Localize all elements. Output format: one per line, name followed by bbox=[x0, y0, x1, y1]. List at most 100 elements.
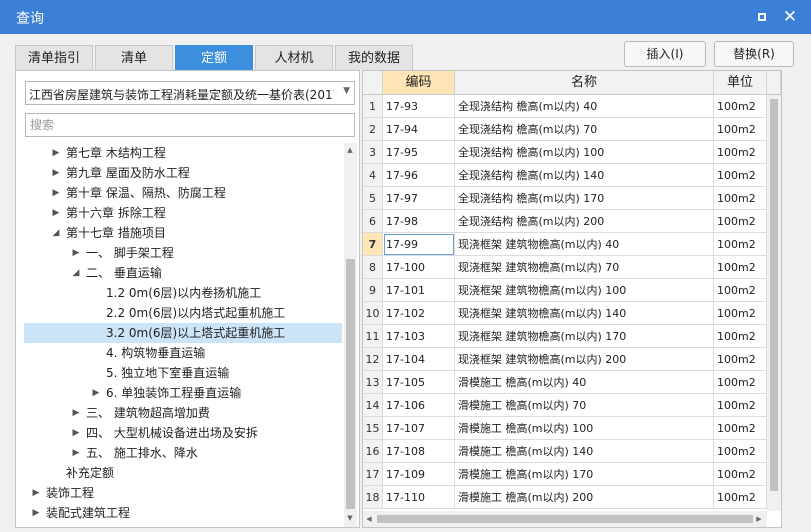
cell-code[interactable]: 17-110 bbox=[383, 486, 455, 509]
tree-node[interactable]: ▶ 装饰工程 bbox=[16, 483, 344, 503]
expand-arrow-icon[interactable]: ▶ bbox=[50, 143, 62, 163]
table-row[interactable]: 12 17-104 现浇框架 建筑物檐高(m以内) 200 100m2 bbox=[363, 348, 781, 371]
cell-unit[interactable]: 100m2 bbox=[714, 302, 767, 325]
cell-unit[interactable]: 100m2 bbox=[714, 279, 767, 302]
library-select[interactable]: 江西省房屋建筑与装饰工程消耗量定额及统一基价表(2017 ▼ bbox=[25, 81, 355, 105]
cell-name[interactable]: 全现浇结构 檐高(m以内) 100 bbox=[455, 141, 714, 164]
tree-node[interactable]: 1.2 0m(6层)以内卷扬机施工 bbox=[16, 283, 344, 303]
cell-code[interactable]: 17-101 bbox=[383, 279, 455, 302]
cell-code[interactable]: 17-98 bbox=[383, 210, 455, 233]
cell-unit[interactable]: 100m2 bbox=[714, 394, 767, 417]
expand-arrow-icon[interactable]: ▶ bbox=[50, 163, 62, 183]
replace-button[interactable]: 替换(R) bbox=[714, 41, 794, 67]
grid-vertical-scrollbar[interactable] bbox=[767, 95, 781, 511]
cell-name[interactable]: 全现浇结构 檐高(m以内) 200 bbox=[455, 210, 714, 233]
expand-arrow-icon[interactable]: ▶ bbox=[70, 403, 82, 423]
table-row[interactable]: 5 17-97 全现浇结构 檐高(m以内) 170 100m2 bbox=[363, 187, 781, 210]
cell-code[interactable]: 17-95 bbox=[383, 141, 455, 164]
collapse-arrow-icon[interactable]: ◢ bbox=[50, 223, 62, 243]
expand-arrow-icon[interactable]: ▶ bbox=[50, 203, 62, 223]
cell-name[interactable]: 滑模施工 檐高(m以内) 170 bbox=[455, 463, 714, 486]
scroll-down-icon[interactable]: ▼ bbox=[344, 511, 356, 525]
tree-node[interactable]: 3.2 0m(6层)以上塔式起重机施工 bbox=[24, 323, 342, 343]
cell-name[interactable]: 全现浇结构 檐高(m以内) 70 bbox=[455, 118, 714, 141]
cell-unit[interactable]: 100m2 bbox=[714, 371, 767, 394]
tab-bill[interactable]: 清单 bbox=[95, 45, 173, 70]
cell-code[interactable]: 17-93 bbox=[383, 95, 455, 118]
tree-node[interactable]: ▶ 四、 大型机械设备进出场及安拆 bbox=[16, 423, 344, 443]
tab-labor-material-machine[interactable]: 人材机 bbox=[255, 45, 333, 70]
tree-node[interactable]: ▶ 第十六章 拆除工程 bbox=[16, 203, 344, 223]
tree-node[interactable]: ▶ 装配式建筑工程 bbox=[16, 503, 344, 523]
tree-node[interactable]: ▶ 三、 建筑物超高增加费 bbox=[16, 403, 344, 423]
table-row[interactable]: 3 17-95 全现浇结构 檐高(m以内) 100 100m2 bbox=[363, 141, 781, 164]
tree-scrollbar-thumb[interactable] bbox=[346, 259, 355, 509]
cell-unit[interactable]: 100m2 bbox=[714, 210, 767, 233]
cell-unit[interactable]: 100m2 bbox=[714, 348, 767, 371]
grid-horizontal-scrollbar[interactable]: ◀ ▶ bbox=[363, 511, 767, 527]
cell-unit[interactable]: 100m2 bbox=[714, 164, 767, 187]
cell-unit[interactable]: 100m2 bbox=[714, 256, 767, 279]
expand-arrow-icon[interactable]: ▶ bbox=[30, 483, 42, 503]
table-row[interactable]: 18 17-110 滑模施工 檐高(m以内) 200 100m2 bbox=[363, 486, 781, 509]
cell-name[interactable]: 全现浇结构 檐高(m以内) 140 bbox=[455, 164, 714, 187]
cell-unit[interactable]: 100m2 bbox=[714, 440, 767, 463]
tree-node[interactable]: ◢ 二、 垂直运输 bbox=[16, 263, 344, 283]
cell-code[interactable]: 17-99 bbox=[383, 233, 455, 256]
table-row[interactable]: 7 17-99 现浇框架 建筑物檐高(m以内) 40 100m2 bbox=[363, 233, 781, 256]
tab-bill-guide[interactable]: 清单指引 bbox=[15, 45, 93, 70]
tree-node[interactable]: ▶ 第十章 保温、隔热、防腐工程 bbox=[16, 183, 344, 203]
table-row[interactable]: 8 17-100 现浇框架 建筑物檐高(m以内) 70 100m2 bbox=[363, 256, 781, 279]
expand-arrow-icon[interactable]: ▶ bbox=[30, 503, 42, 523]
cell-code[interactable]: 17-108 bbox=[383, 440, 455, 463]
tree-node[interactable]: ▶ 第七章 木结构工程 bbox=[16, 143, 344, 163]
cell-code[interactable]: 17-104 bbox=[383, 348, 455, 371]
cell-name[interactable]: 滑模施工 檐高(m以内) 40 bbox=[455, 371, 714, 394]
table-row[interactable]: 15 17-107 滑模施工 檐高(m以内) 100 100m2 bbox=[363, 417, 781, 440]
expand-arrow-icon[interactable]: ▶ bbox=[70, 423, 82, 443]
table-row[interactable]: 6 17-98 全现浇结构 檐高(m以内) 200 100m2 bbox=[363, 210, 781, 233]
expand-arrow-icon[interactable]: ▶ bbox=[70, 243, 82, 263]
table-row[interactable]: 16 17-108 滑模施工 檐高(m以内) 140 100m2 bbox=[363, 440, 781, 463]
table-row[interactable]: 13 17-105 滑模施工 檐高(m以内) 40 100m2 bbox=[363, 371, 781, 394]
cell-unit[interactable]: 100m2 bbox=[714, 95, 767, 118]
column-header-name[interactable]: 名称 bbox=[455, 71, 714, 95]
tree-node[interactable]: 2.2 0m(6层)以内塔式起重机施工 bbox=[16, 303, 344, 323]
tree-node[interactable]: 补充定额 bbox=[16, 463, 344, 483]
scroll-up-icon[interactable]: ▲ bbox=[344, 143, 356, 157]
insert-button[interactable]: 插入(I) bbox=[624, 41, 706, 67]
cell-code[interactable]: 17-94 bbox=[383, 118, 455, 141]
cell-unit[interactable]: 100m2 bbox=[714, 417, 767, 440]
cell-name[interactable]: 全现浇结构 檐高(m以内) 170 bbox=[455, 187, 714, 210]
table-row[interactable]: 1 17-93 全现浇结构 檐高(m以内) 40 100m2 bbox=[363, 95, 781, 118]
tree-node[interactable]: ◢ 第十七章 措施项目 bbox=[16, 223, 344, 243]
cell-unit[interactable]: 100m2 bbox=[714, 486, 767, 509]
restore-button[interactable] bbox=[752, 7, 772, 27]
cell-code[interactable]: 17-105 bbox=[383, 371, 455, 394]
cell-name[interactable]: 现浇框架 建筑物檐高(m以内) 100 bbox=[455, 279, 714, 302]
expand-arrow-icon[interactable]: ▶ bbox=[50, 183, 62, 203]
cell-name[interactable]: 现浇框架 建筑物檐高(m以内) 200 bbox=[455, 348, 714, 371]
tree-node[interactable]: ▶ 6. 单独装饰工程垂直运输 bbox=[16, 383, 344, 403]
cell-code[interactable]: 17-107 bbox=[383, 417, 455, 440]
cell-name[interactable]: 滑模施工 檐高(m以内) 100 bbox=[455, 417, 714, 440]
tree-scrollbar[interactable]: ▲ ▼ bbox=[344, 143, 357, 527]
cell-name[interactable]: 全现浇结构 檐高(m以内) 40 bbox=[455, 95, 714, 118]
cell-name[interactable]: 现浇框架 建筑物檐高(m以内) 170 bbox=[455, 325, 714, 348]
cell-code[interactable]: 17-103 bbox=[383, 325, 455, 348]
cell-unit[interactable]: 100m2 bbox=[714, 118, 767, 141]
scroll-right-icon[interactable]: ▶ bbox=[753, 512, 765, 526]
table-row[interactable]: 9 17-101 现浇框架 建筑物檐高(m以内) 100 100m2 bbox=[363, 279, 781, 302]
cell-code[interactable]: 17-109 bbox=[383, 463, 455, 486]
cell-unit[interactable]: 100m2 bbox=[714, 233, 767, 256]
cell-name[interactable]: 现浇框架 建筑物檐高(m以内) 40 bbox=[455, 233, 714, 256]
cell-code[interactable]: 17-106 bbox=[383, 394, 455, 417]
scroll-left-icon[interactable]: ◀ bbox=[363, 512, 375, 526]
table-row[interactable]: 2 17-94 全现浇结构 檐高(m以内) 70 100m2 bbox=[363, 118, 781, 141]
cell-name[interactable]: 现浇框架 建筑物檐高(m以内) 70 bbox=[455, 256, 714, 279]
tree-node[interactable]: ▶ 一、 脚手架工程 bbox=[16, 243, 344, 263]
table-row[interactable]: 11 17-103 现浇框架 建筑物檐高(m以内) 170 100m2 bbox=[363, 325, 781, 348]
table-row[interactable]: 4 17-96 全现浇结构 檐高(m以内) 140 100m2 bbox=[363, 164, 781, 187]
cell-code[interactable]: 17-100 bbox=[383, 256, 455, 279]
table-row[interactable]: 17 17-109 滑模施工 檐高(m以内) 170 100m2 bbox=[363, 463, 781, 486]
